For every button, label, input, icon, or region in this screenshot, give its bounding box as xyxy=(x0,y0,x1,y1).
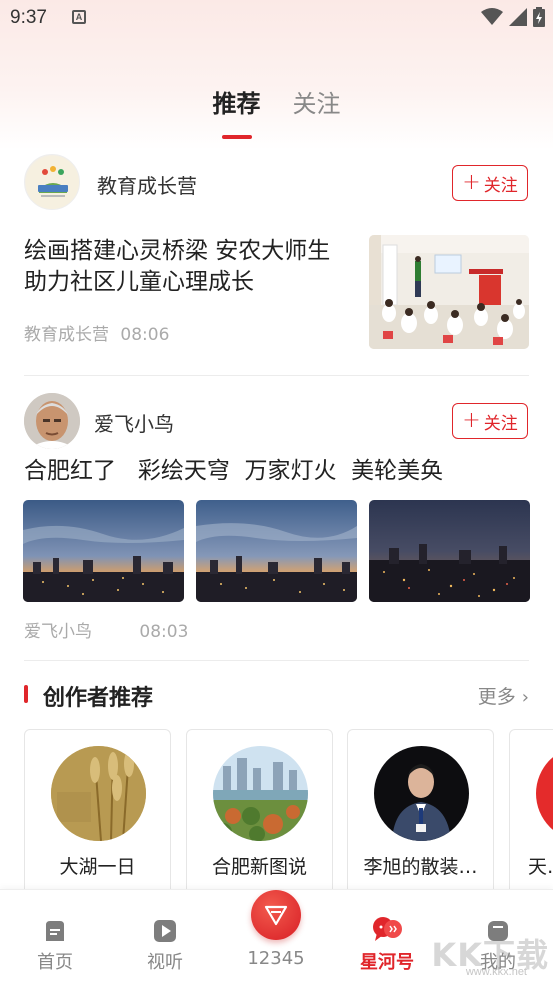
follow-button[interactable]: + 关注 xyxy=(452,165,528,201)
nav-item-home[interactable]: 首页 xyxy=(0,890,110,984)
article-image[interactable] xyxy=(196,500,357,602)
creator-avatar xyxy=(374,746,469,841)
section-accent-bar xyxy=(24,685,28,703)
creator-card[interactable]: 天… xyxy=(509,729,553,909)
author-name[interactable]: 爱飞小鸟 xyxy=(94,408,174,437)
author-avatar[interactable] xyxy=(24,154,80,210)
signal-icon xyxy=(509,8,527,26)
creator-avatar xyxy=(536,746,553,841)
hotline-button[interactable] xyxy=(251,890,301,940)
author-name[interactable]: 教育成长营 xyxy=(97,170,197,199)
education-logo-icon xyxy=(26,156,79,209)
follow-label: 关注 xyxy=(483,175,518,196)
portrait-photo xyxy=(24,393,80,449)
creator-card[interactable]: 合肥新图说 xyxy=(186,729,333,909)
article-image[interactable] xyxy=(369,500,530,602)
follow-button[interactable]: + 关注 xyxy=(452,403,528,439)
article-source: 教育成长营 xyxy=(24,325,109,345)
article-title-line1: 绘画搭建心灵桥梁 安农大师生 xyxy=(24,238,331,264)
section-title: 创作者推荐 xyxy=(43,686,154,711)
creator-card[interactable]: 大湖一日 xyxy=(24,729,171,909)
divider xyxy=(24,375,529,376)
status-bar: 9:37 A xyxy=(0,0,553,36)
creator-avatar xyxy=(51,746,146,841)
nav-item-xinghe[interactable]: 星河号 xyxy=(332,890,442,984)
author-avatar[interactable] xyxy=(24,393,80,449)
status-time: 9:37 xyxy=(10,7,47,28)
creator-name: 天… xyxy=(528,856,553,878)
more-link[interactable]: 更多 › xyxy=(478,682,529,709)
article-thumbnail[interactable] xyxy=(369,235,529,349)
city-sunset-photo xyxy=(196,500,357,602)
city-night-photo xyxy=(369,500,530,602)
article-time: 08:06 xyxy=(120,325,170,345)
portrait-photo xyxy=(374,746,469,841)
nav-label: 12345 xyxy=(247,948,305,969)
city-park-photo xyxy=(213,746,308,841)
nav-label: 星河号 xyxy=(360,952,414,973)
watermark-url: www.kkx.net xyxy=(465,966,527,978)
article-title[interactable]: 绘画搭建心灵桥梁 安农大师生 助力社区儿童心理成长 xyxy=(24,236,364,298)
battery-icon xyxy=(533,7,545,27)
plus-icon: + xyxy=(462,170,481,195)
plus-icon: + xyxy=(462,408,481,433)
divider xyxy=(24,660,529,661)
status-icons xyxy=(481,7,545,27)
hotline-icon xyxy=(264,905,288,926)
article-image[interactable] xyxy=(23,500,184,602)
creator-card[interactable]: 李旭的散装… xyxy=(347,729,494,909)
article-time: 08:03 xyxy=(139,622,189,642)
nav-label: 首页 xyxy=(37,952,73,973)
chevron-right-icon: › xyxy=(521,687,529,708)
home-icon xyxy=(46,921,64,941)
classroom-photo xyxy=(369,235,529,349)
article-meta: 教育成长营 08:06 xyxy=(24,320,169,345)
creator-name: 合肥新图说 xyxy=(211,856,307,878)
feed-tabs: 推荐 关注 xyxy=(0,84,553,139)
logo-photo xyxy=(536,746,553,841)
follow-label: 关注 xyxy=(483,413,518,434)
tab-recommend[interactable]: 推荐 xyxy=(213,84,261,139)
wheat-photo xyxy=(51,746,146,841)
play-icon xyxy=(154,920,176,942)
creator-name: 李旭的散装… xyxy=(363,856,478,878)
creator-name: 大湖一日 xyxy=(59,856,136,878)
creator-avatar xyxy=(213,746,308,841)
nav-label: 视听 xyxy=(147,952,183,973)
xinghe-icon xyxy=(373,917,402,941)
nav-item-video[interactable]: 视听 xyxy=(110,890,220,984)
city-sunset-photo xyxy=(23,500,184,602)
article-source: 爱飞小鸟 xyxy=(24,622,92,642)
more-label: 更多 xyxy=(477,686,516,708)
article-title-line2: 助力社区儿童心理成长 xyxy=(24,269,254,295)
notification-icon: A xyxy=(72,10,86,24)
tab-following[interactable]: 关注 xyxy=(293,84,341,119)
article-title[interactable]: 合肥红了 彩绘天穹 万家灯火 美轮美奂 xyxy=(24,456,443,487)
wifi-icon xyxy=(481,8,503,25)
article-meta: 爱飞小鸟 08:03 xyxy=(24,617,188,642)
app-screen: 9:37 A 推荐 关注 教育成长营 + 关注 绘画搭建心灵桥梁 安农大师生 助… xyxy=(0,0,553,984)
